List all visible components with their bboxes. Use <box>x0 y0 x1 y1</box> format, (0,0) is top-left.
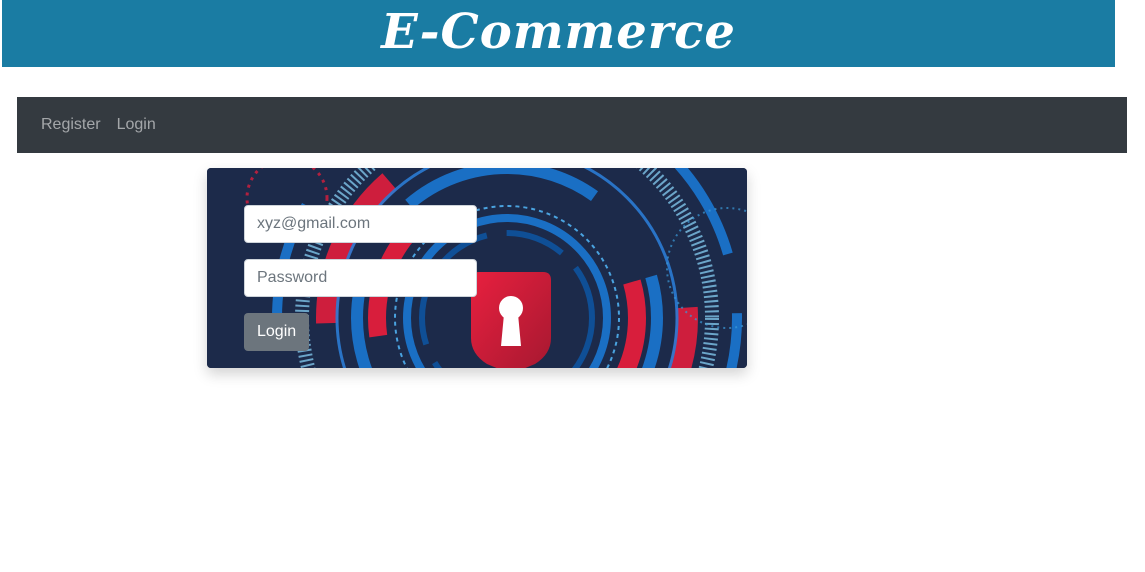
login-form: Login <box>244 205 477 351</box>
navbar: Register Login <box>17 97 1127 153</box>
nav-login-link[interactable]: Login <box>117 116 156 134</box>
login-card: Login <box>207 168 747 368</box>
email-field[interactable] <box>244 205 477 243</box>
site-title: E-Commerce <box>381 3 736 60</box>
header-banner: E-Commerce <box>2 0 1115 67</box>
nav-register-link[interactable]: Register <box>41 116 101 134</box>
login-button[interactable]: Login <box>244 313 310 351</box>
password-field[interactable] <box>244 259 477 297</box>
